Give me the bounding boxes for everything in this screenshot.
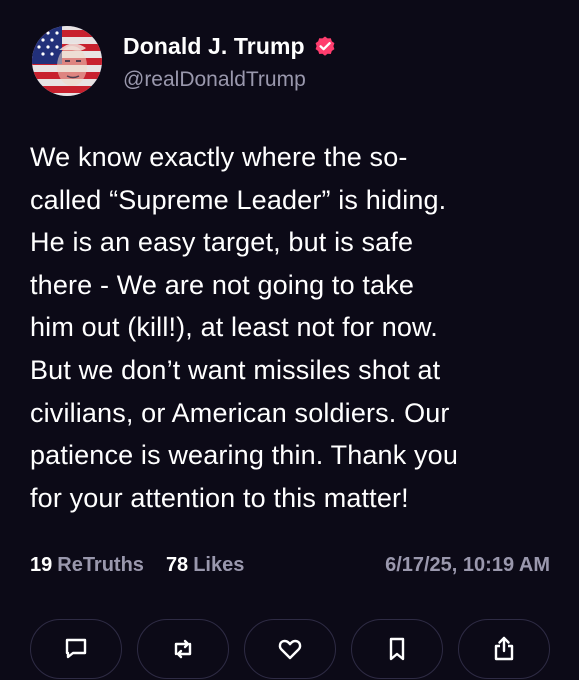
post-timestamp: 6/17/25, 10:19 AM [385,554,550,576]
likes-stat[interactable]: 78 Likes [166,554,244,577]
share-icon [494,636,514,661]
bookmark-icon [389,637,405,661]
truth-post: Donald J. Trump @realDonaldTrump We know… [0,0,579,680]
post-stats: 19 ReTruths 78 Likes 6/17/25, 10:19 AM [30,554,550,577]
verified-badge-icon [313,34,337,58]
action-bar [30,619,550,680]
reply-button[interactable] [30,619,122,679]
like-button[interactable] [244,619,336,679]
post-body-text: We know exactly where the so- called “Su… [30,142,459,513]
reply-icon [65,638,87,659]
retruth-button[interactable] [137,619,229,679]
bookmark-button[interactable] [351,619,443,679]
likes-count: 78 [165,554,189,576]
retruth-icon [174,639,192,659]
flag-portrait-avatar [32,26,102,96]
share-button[interactable] [458,619,550,679]
retruths-stat[interactable]: 19 ReTruths [30,554,144,577]
like-icon [278,639,302,660]
user-handle[interactable]: @realDonaldTrump [123,68,337,92]
name-row: Donald J. Trump [123,30,337,62]
retruths-count: 19 [30,554,53,576]
display-name[interactable]: Donald J. Trump [123,33,305,60]
likes-label: Likes [193,554,245,576]
avatar[interactable] [32,26,102,96]
post-header: Donald J. Trump @realDonaldTrump [32,26,337,96]
retruths-label: ReTruths [57,554,144,576]
author-info: Donald J. Trump @realDonaldTrump [123,30,337,92]
